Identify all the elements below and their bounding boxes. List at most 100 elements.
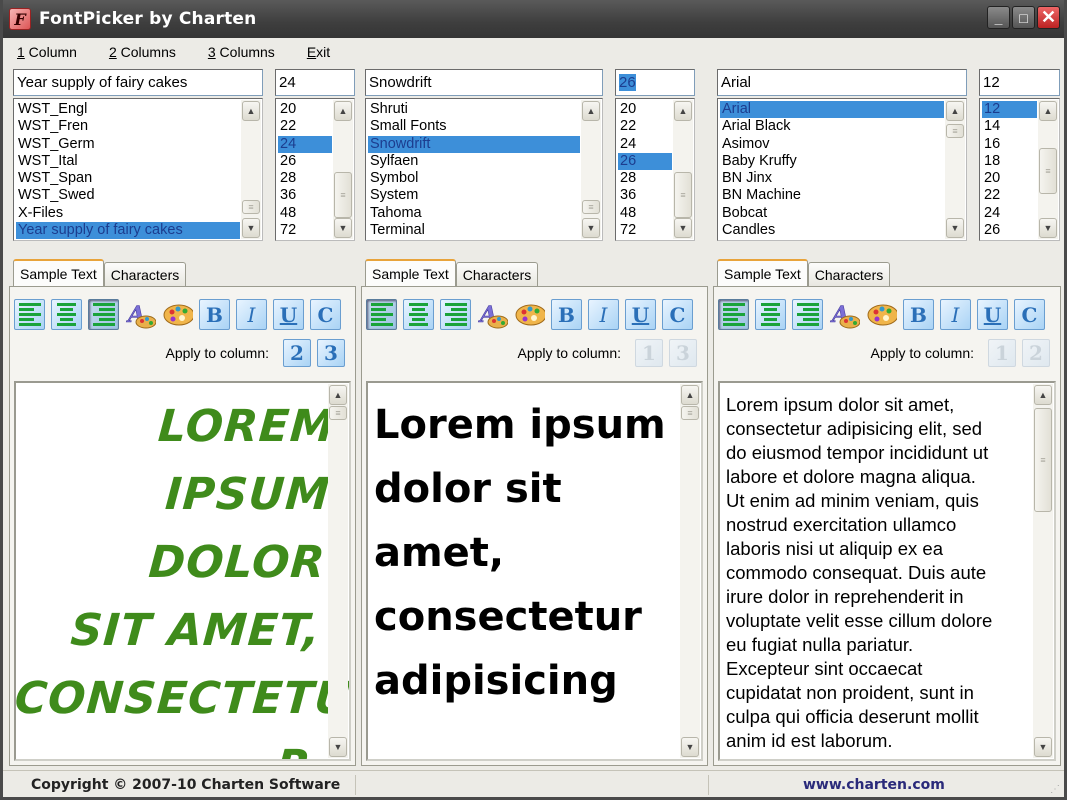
scroll-up-icon[interactable]: ▲ <box>674 101 692 121</box>
size-list-item[interactable]: 36 <box>618 187 672 204</box>
font-list-item[interactable]: Sylfaen <box>368 153 580 170</box>
font-list-item[interactable]: Small Fonts <box>368 118 580 135</box>
align-center-button[interactable] <box>403 299 434 330</box>
tab-sample-text[interactable]: Sample Text <box>717 259 808 286</box>
font-list-item[interactable]: Year supply of fairy cakes <box>16 222 240 240</box>
font-size-input[interactable]: 12 <box>979 69 1060 96</box>
font-list-item[interactable]: Baby Kruffy <box>720 153 944 170</box>
size-list-scrollbar[interactable]: ▲ ≡ ▼ <box>333 100 353 239</box>
font-list-item[interactable]: WST_Swed <box>16 187 240 204</box>
size-list-item[interactable]: 22 <box>278 118 332 135</box>
size-list-item[interactable]: 28 <box>618 170 672 187</box>
size-list-item[interactable]: 24 <box>982 205 1037 222</box>
size-list-item[interactable]: 72 <box>278 222 332 239</box>
scroll-down-icon[interactable]: ▼ <box>242 218 260 238</box>
bold-button[interactable]: B <box>551 299 582 330</box>
size-list-item[interactable]: 20 <box>278 101 332 118</box>
size-list-item[interactable]: 48 <box>618 205 672 222</box>
font-list-item[interactable]: Shruti <box>368 101 580 118</box>
scroll-thumb[interactable]: ≡ <box>674 172 692 218</box>
scroll-up-icon[interactable]: ▲ <box>582 101 600 121</box>
scroll-up-icon[interactable]: ▲ <box>334 101 352 121</box>
scroll-thumb[interactable]: ≡ <box>1034 408 1052 512</box>
apply-to-column-2-button[interactable]: 2 <box>283 339 311 367</box>
size-list-item[interactable]: 24 <box>618 136 672 153</box>
scroll-down-icon[interactable]: ▼ <box>681 737 699 757</box>
menu-exit[interactable]: Exit <box>307 44 330 60</box>
italic-button[interactable]: I <box>588 299 619 330</box>
size-list-item[interactable]: 24 <box>278 135 332 153</box>
font-list-item[interactable]: Arial Black <box>720 118 944 135</box>
font-dialog-button[interactable]: A <box>125 299 156 330</box>
font-list-item[interactable]: Asimov <box>720 136 944 153</box>
size-list[interactable]: 12 14 16 18 20 22 24 26 ▲ ≡ ▼ <box>979 98 1060 241</box>
align-right-button[interactable] <box>440 299 471 330</box>
apply-to-column-3-button[interactable]: 3 <box>317 339 345 367</box>
italic-button[interactable]: I <box>236 299 267 330</box>
sample-text-preview[interactable]: LOREM IPSUM DOLOR SIT AMET, CONSECTETU R ▲≡ ▼ <box>14 381 351 761</box>
align-left-button[interactable] <box>718 299 749 330</box>
scroll-thumb[interactable]: ≡ <box>329 406 347 420</box>
tab-characters[interactable]: Characters <box>807 262 891 286</box>
color-button[interactable] <box>514 299 545 330</box>
scroll-up-icon[interactable]: ▲ <box>946 101 964 121</box>
font-list-item[interactable]: Symbol <box>368 170 580 187</box>
color-button[interactable] <box>866 299 897 330</box>
align-left-button[interactable] <box>14 299 45 330</box>
size-list-item[interactable]: 48 <box>278 205 332 222</box>
font-list-item[interactable]: X-Files <box>16 205 240 222</box>
scroll-down-icon[interactable]: ▼ <box>674 218 692 238</box>
font-list-item[interactable]: WST_Ital <box>16 153 240 170</box>
size-list-item[interactable]: 28 <box>278 170 332 187</box>
scroll-up-icon[interactable]: ▲ <box>1039 101 1057 121</box>
tab-sample-text[interactable]: Sample Text <box>365 259 456 286</box>
tab-characters[interactable]: Characters <box>103 262 187 286</box>
size-list-item[interactable]: 14 <box>982 118 1037 135</box>
size-list-item[interactable]: 26 <box>278 153 332 170</box>
bold-button[interactable]: B <box>903 299 934 330</box>
font-list-item[interactable]: Tahoma <box>368 205 580 222</box>
font-list-item[interactable]: WST_Engl <box>16 101 240 118</box>
color-button[interactable] <box>162 299 193 330</box>
font-list-scrollbar[interactable]: ▲ ≡ ▼ <box>945 100 965 239</box>
font-list-item[interactable]: Arial <box>720 101 944 119</box>
font-list[interactable]: WST_Engl WST_Fren WST_Germ WST_Ital WST_Span… <box>13 98 263 241</box>
size-list-scrollbar[interactable]: ▲ ≡ ▼ <box>673 100 693 239</box>
sample-text-preview[interactable]: Lorem ipsum dolor sit amet, consectetur a… <box>718 381 1056 761</box>
website-link[interactable]: www.charten.com <box>803 777 945 793</box>
scroll-thumb[interactable]: ≡ <box>334 172 352 218</box>
underline-button[interactable]: U <box>273 299 304 330</box>
size-list-item[interactable]: 22 <box>982 187 1037 204</box>
maximize-button[interactable]: □ <box>1012 6 1035 29</box>
underline-button[interactable]: U <box>625 299 656 330</box>
scroll-down-icon[interactable]: ▼ <box>329 737 347 757</box>
align-center-button[interactable] <box>51 299 82 330</box>
case-button[interactable]: C <box>662 299 693 330</box>
font-list[interactable]: Arial Arial Black Asimov Baby Kruffy BN Jinx… <box>717 98 967 241</box>
bold-button[interactable]: B <box>199 299 230 330</box>
preview-scrollbar[interactable]: ▲ ≡ ▼ <box>1033 384 1053 758</box>
size-list-item[interactable]: 22 <box>618 118 672 135</box>
size-list-item[interactable]: 72 <box>618 222 672 239</box>
scroll-thumb[interactable]: ≡ <box>582 200 600 214</box>
font-list-item[interactable]: Bobcat <box>720 205 944 222</box>
scroll-down-icon[interactable]: ▼ <box>946 218 964 238</box>
preview-scrollbar[interactable]: ▲ ≡ ▼ <box>680 384 700 758</box>
align-center-button[interactable] <box>755 299 786 330</box>
scroll-thumb[interactable]: ≡ <box>1039 148 1057 194</box>
scroll-down-icon[interactable]: ▼ <box>582 218 600 238</box>
size-list-item[interactable]: 26 <box>618 152 672 171</box>
font-list-item[interactable]: WST_Germ <box>16 136 240 153</box>
scroll-up-icon[interactable]: ▲ <box>242 101 260 121</box>
font-list-item[interactable]: Terminal <box>368 222 580 239</box>
size-list[interactable]: 20 22 24 26 28 36 48 72 ▲ ≡ ▼ <box>615 98 695 241</box>
scroll-up-icon[interactable]: ▲ <box>329 385 347 405</box>
scroll-down-icon[interactable]: ▼ <box>1039 218 1057 238</box>
size-list-item[interactable]: 36 <box>278 187 332 204</box>
scroll-up-icon[interactable]: ▲ <box>1034 385 1052 405</box>
menu-1-column[interactable]: 1 Column <box>17 44 77 60</box>
size-list-item[interactable]: 18 <box>982 153 1037 170</box>
apply-to-column-1-button[interactable]: 1 <box>635 339 663 367</box>
font-list-item[interactable]: WST_Span <box>16 170 240 187</box>
font-list-scrollbar[interactable]: ▲ ≡ ▼ <box>241 100 261 239</box>
